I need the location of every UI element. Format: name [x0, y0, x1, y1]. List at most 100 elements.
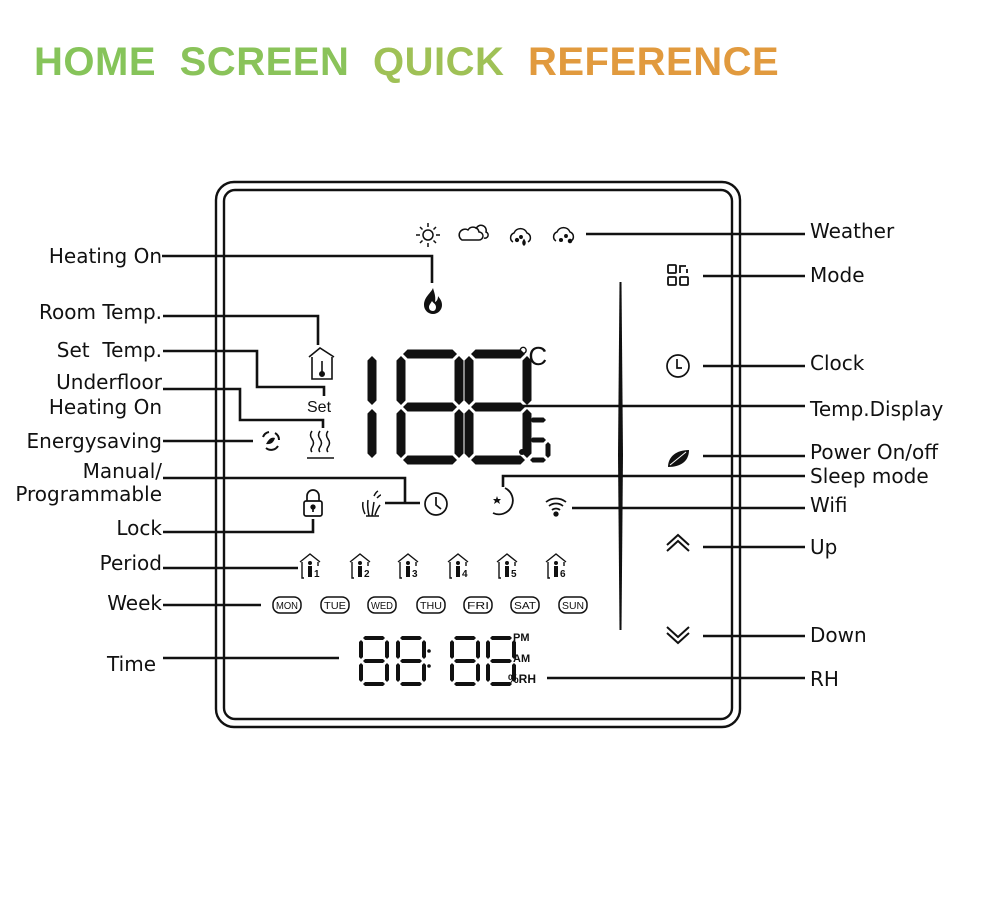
- segment-g: [471, 402, 525, 412]
- label-rh: RH: [810, 667, 839, 691]
- person-head: [308, 561, 312, 565]
- weekday-sat: SAT: [510, 596, 540, 614]
- person-head: [406, 561, 410, 565]
- period-number: 1: [314, 569, 320, 580]
- period-icon-5: 5: [496, 553, 518, 580]
- label-period: Period: [99, 551, 162, 575]
- segment-b: [454, 356, 464, 405]
- temperature-display: [367, 349, 532, 465]
- segment-f: [464, 356, 474, 405]
- segment-a: [400, 636, 422, 640]
- segment-d: [471, 455, 525, 465]
- label-underfloor-2: Heating On: [48, 395, 162, 419]
- time-digit: [359, 636, 389, 686]
- label-power: Power On/off: [810, 440, 938, 464]
- segment-b: [385, 640, 389, 659]
- segment-c: [422, 663, 426, 682]
- segment-b: [422, 640, 426, 659]
- segment-g: [403, 402, 457, 412]
- segment-d: [403, 455, 457, 465]
- time-colon: [427, 649, 431, 668]
- weekday-badges: MON TUE WED THU FRI SAT SUN: [272, 596, 588, 614]
- label-room-temp: Room Temp.: [39, 300, 162, 324]
- segment-d: [400, 682, 422, 686]
- time-digit: [396, 636, 426, 686]
- label-manual-2: Programmable: [15, 482, 162, 506]
- weekday-fri: FRI: [463, 596, 493, 614]
- segment-c: [454, 409, 464, 458]
- label-energysaving: Energysaving: [26, 429, 162, 453]
- label-temp-display: Temp.Display: [810, 397, 944, 421]
- person-figure: [308, 566, 312, 577]
- weekday-wed: WED: [367, 596, 397, 614]
- label-time: Time: [107, 652, 156, 676]
- label-sleep: Sleep mode: [810, 464, 929, 488]
- segment-c: [476, 663, 480, 682]
- label-weather: Weather: [810, 219, 895, 243]
- segment-g: [490, 659, 512, 663]
- period-icon-4: 4: [447, 553, 469, 580]
- flame-icon: [424, 288, 442, 314]
- segment-c: [367, 409, 377, 458]
- label-wifi: Wifi: [810, 493, 848, 517]
- underfloor-heating-icon: [307, 430, 334, 459]
- rh-indicator: %RH: [508, 672, 536, 686]
- period-icon-6: 6: [545, 553, 567, 580]
- pm-indicator: PM: [513, 632, 530, 644]
- up-button[interactable]: [666, 533, 690, 552]
- segment-a: [490, 636, 512, 640]
- label-up: Up: [810, 535, 838, 559]
- person-head: [505, 561, 509, 565]
- period-number: 3: [412, 569, 418, 580]
- program-clock-icon: [424, 492, 448, 516]
- segment-e: [450, 663, 454, 682]
- label-set-temp: Set Temp.: [56, 338, 162, 362]
- segment-a: [363, 636, 385, 640]
- wifi-icon: [545, 497, 567, 517]
- weekday-thu: THU: [416, 596, 446, 614]
- mode-icon[interactable]: [667, 264, 689, 286]
- segment-e: [486, 663, 490, 682]
- segment-b: [476, 640, 480, 659]
- lock-icon: [303, 489, 323, 517]
- manual-hand-icon: [362, 490, 382, 517]
- label-underfloor-1: Underfloor: [56, 370, 162, 394]
- segment-f: [359, 640, 363, 659]
- weekday-label: WED: [371, 601, 393, 612]
- label-clock: Clock: [810, 351, 865, 375]
- sleep-moon-icon: [492, 487, 514, 516]
- segment-f: [396, 640, 400, 659]
- segment-b: [367, 356, 377, 405]
- period-number: 4: [462, 569, 468, 580]
- label-week: Week: [107, 591, 162, 615]
- segment-e: [396, 663, 400, 682]
- time-display: [359, 636, 516, 686]
- temp-digit: [396, 349, 464, 465]
- segment-d: [530, 457, 546, 463]
- rain-icon: [509, 227, 532, 247]
- segment-f: [396, 356, 406, 405]
- segment-c: [545, 442, 551, 458]
- am-indicator: AM: [513, 653, 530, 665]
- temp-digit: [367, 356, 377, 458]
- person-figure: [554, 566, 558, 577]
- temperature-unit: °C: [518, 341, 547, 371]
- sun-icon: [416, 223, 440, 247]
- label-manual-1: Manual/: [82, 459, 162, 483]
- weekday-mon: MON: [272, 596, 302, 614]
- down-button[interactable]: [666, 626, 690, 645]
- clock-icon[interactable]: [666, 354, 690, 378]
- period-number: 6: [560, 569, 566, 580]
- cloudy-icon: [458, 224, 489, 241]
- weekday-tue: TUE: [320, 596, 350, 614]
- period-icons: 1 2 3 4 5 6: [299, 553, 567, 580]
- label-mode: Mode: [810, 263, 865, 287]
- slider-track[interactable]: [618, 282, 623, 630]
- person-head: [358, 561, 362, 565]
- segment-e: [464, 409, 474, 458]
- segment-f: [450, 640, 454, 659]
- segment-e: [396, 409, 406, 458]
- segment-a: [530, 417, 546, 423]
- person-figure: [406, 566, 410, 577]
- segment-e: [359, 663, 363, 682]
